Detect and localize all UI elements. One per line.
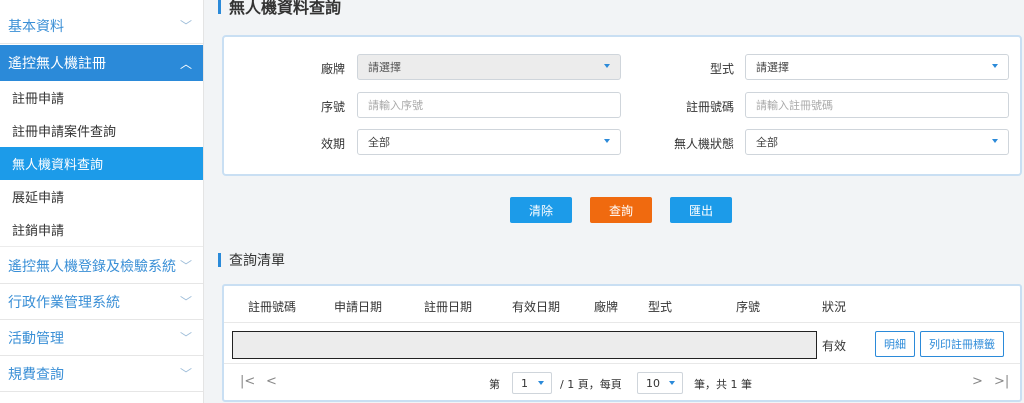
chevron-down-icon: ﹀	[179, 259, 192, 273]
row-status: 有效	[822, 339, 847, 353]
title-accent-bar	[218, 0, 221, 14]
caret-down-icon	[992, 64, 998, 68]
period-select[interactable]: 全部	[357, 129, 621, 155]
export-button[interactable]: 匯出	[670, 197, 732, 223]
table-header: 有效日期	[512, 300, 561, 314]
sidebar-subitem-case-query[interactable]: 註冊申請案件查詢	[0, 114, 203, 148]
page-prefix: 第	[489, 378, 500, 391]
section-accent-bar	[218, 253, 221, 267]
sidebar: 基本資料 ﹀ 遙控無人機註冊 ︿ 註冊申請 註冊申請案件查詢 無人機資料查詢 展…	[0, 0, 204, 403]
sidebar-item-label: 行政作業管理系統	[8, 294, 120, 311]
chevron-down-icon: ﹀	[179, 331, 192, 345]
sidebar-item-login-inspection[interactable]: 遙控無人機登錄及檢驗系統 ﹀	[0, 248, 203, 284]
table-header: 廠牌	[594, 300, 619, 314]
registration-number-label: 註冊號碼	[685, 100, 734, 114]
list-title: 查詢清單	[218, 250, 285, 270]
total-count: 筆，共 1 筆	[694, 378, 752, 391]
chevron-down-icon: ﹀	[179, 295, 192, 309]
sidebar-item-label: 活動管理	[8, 330, 64, 347]
serial-input[interactable]: 請輸入序號	[357, 92, 621, 118]
model-select-value: 請選擇	[756, 61, 789, 74]
registration-number-placeholder: 請輸入註冊號碼	[756, 99, 833, 112]
table-row: 有效 明細 列印註冊標籤	[224, 322, 1020, 364]
brand-select[interactable]: 請選擇	[357, 54, 621, 80]
first-page-icon[interactable]: |<	[240, 374, 255, 389]
print-label-button[interactable]: 列印註冊標籤	[920, 331, 1004, 357]
chevron-down-icon: ﹀	[179, 367, 192, 381]
table-header: 型式	[648, 300, 673, 314]
drone-status-select-value: 全部	[756, 136, 778, 149]
model-select[interactable]: 請選擇	[745, 54, 1009, 80]
page-title: 無人機資料查詢	[218, 0, 341, 18]
prev-page-icon[interactable]: <	[266, 374, 277, 389]
sidebar-subitem-label: 展延申請	[12, 191, 65, 206]
registration-number-input[interactable]: 請輸入註冊號碼	[745, 92, 1009, 118]
drone-status-select[interactable]: 全部	[745, 129, 1009, 155]
clear-button[interactable]: 清除	[510, 197, 572, 223]
period-select-value: 全部	[368, 136, 390, 149]
page-select-value: 1	[521, 376, 528, 390]
serial-input-placeholder: 請輸入序號	[368, 99, 423, 112]
sidebar-item-drone-registration[interactable]: 遙控無人機註冊 ︿	[0, 45, 203, 81]
sidebar-item-label: 遙控無人機註冊	[8, 56, 106, 72]
table-header: 申請日期	[334, 300, 383, 314]
caret-down-icon	[604, 139, 610, 143]
sidebar-item-label: 規費查詢	[8, 366, 64, 383]
sidebar-subitem-drone-data-query[interactable]: 無人機資料查詢	[0, 147, 203, 181]
chevron-down-icon: ﹀	[179, 19, 192, 33]
chevron-up-icon: ︿	[179, 56, 192, 71]
sidebar-item-activity[interactable]: 活動管理 ﹀	[0, 320, 203, 356]
model-label: 型式	[709, 62, 734, 76]
table-header: 註冊號碼	[248, 300, 297, 314]
table-header: 註冊日期	[424, 300, 473, 314]
drone-status-label: 無人機狀態	[673, 137, 734, 151]
sidebar-subitem-extension[interactable]: 展延申請	[0, 180, 203, 214]
caret-down-icon	[604, 64, 610, 68]
sidebar-subitem-registration-apply[interactable]: 註冊申請	[0, 81, 203, 115]
sidebar-item-basic[interactable]: 基本資料 ﹀	[0, 8, 203, 44]
redacted-row-cells	[232, 331, 817, 359]
period-label: 效期	[320, 137, 345, 151]
caret-down-icon	[538, 381, 544, 385]
sidebar-subitem-label: 無人機資料查詢	[12, 158, 104, 173]
search-button[interactable]: 查詢	[590, 197, 652, 223]
results-table: 註冊號碼 申請日期 註冊日期 有效日期 廠牌 型式 序號 狀況 有效 明細 列印…	[222, 284, 1022, 402]
sidebar-subitem-label: 註冊申請	[12, 92, 65, 107]
caret-down-icon	[992, 139, 998, 143]
caret-down-icon	[669, 381, 675, 385]
table-header: 序號	[736, 300, 761, 314]
main-content: 無人機資料查詢 廠牌 請選擇 型式 請選擇 序號 請輸入序號 註冊號碼 請輸入註…	[204, 0, 1024, 403]
page-select[interactable]: 1	[512, 372, 552, 394]
sidebar-item-label: 基本資料	[8, 18, 64, 35]
sidebar-item-label: 遙控無人機登錄及檢驗系統	[8, 258, 176, 275]
pagination: |< < 第 1 / 1 頁，每頁 10 筆，共 1 筆 > >|	[224, 366, 1020, 400]
filter-panel: 廠牌 請選擇 型式 請選擇 序號 請輸入序號 註冊號碼 請輸入註冊號碼 效期 全…	[222, 35, 1022, 176]
next-page-icon[interactable]: >	[972, 374, 983, 389]
brand-label: 廠牌	[320, 62, 345, 76]
sidebar-item-admin[interactable]: 行政作業管理系統 ﹀	[0, 284, 203, 320]
per-page-select-value: 10	[646, 376, 660, 390]
per-page-select[interactable]: 10	[637, 372, 683, 394]
table-header: 狀況	[822, 300, 847, 314]
detail-button[interactable]: 明細	[875, 331, 915, 357]
sidebar-subitem-label: 註銷申請	[12, 224, 65, 239]
page-suffix: / 1 頁，每頁	[560, 378, 622, 391]
sidebar-item-fee[interactable]: 規費查詢 ﹀	[0, 356, 203, 392]
last-page-icon[interactable]: >|	[994, 374, 1009, 389]
list-title-text: 查詢清單	[229, 253, 285, 269]
brand-select-value: 請選擇	[368, 61, 401, 74]
sidebar-subitem-label: 註冊申請案件查詢	[12, 125, 117, 140]
serial-label: 序號	[320, 100, 345, 114]
page-title-text: 無人機資料查詢	[229, 0, 342, 17]
sidebar-subitem-cancellation[interactable]: 註銷申請	[0, 213, 203, 247]
